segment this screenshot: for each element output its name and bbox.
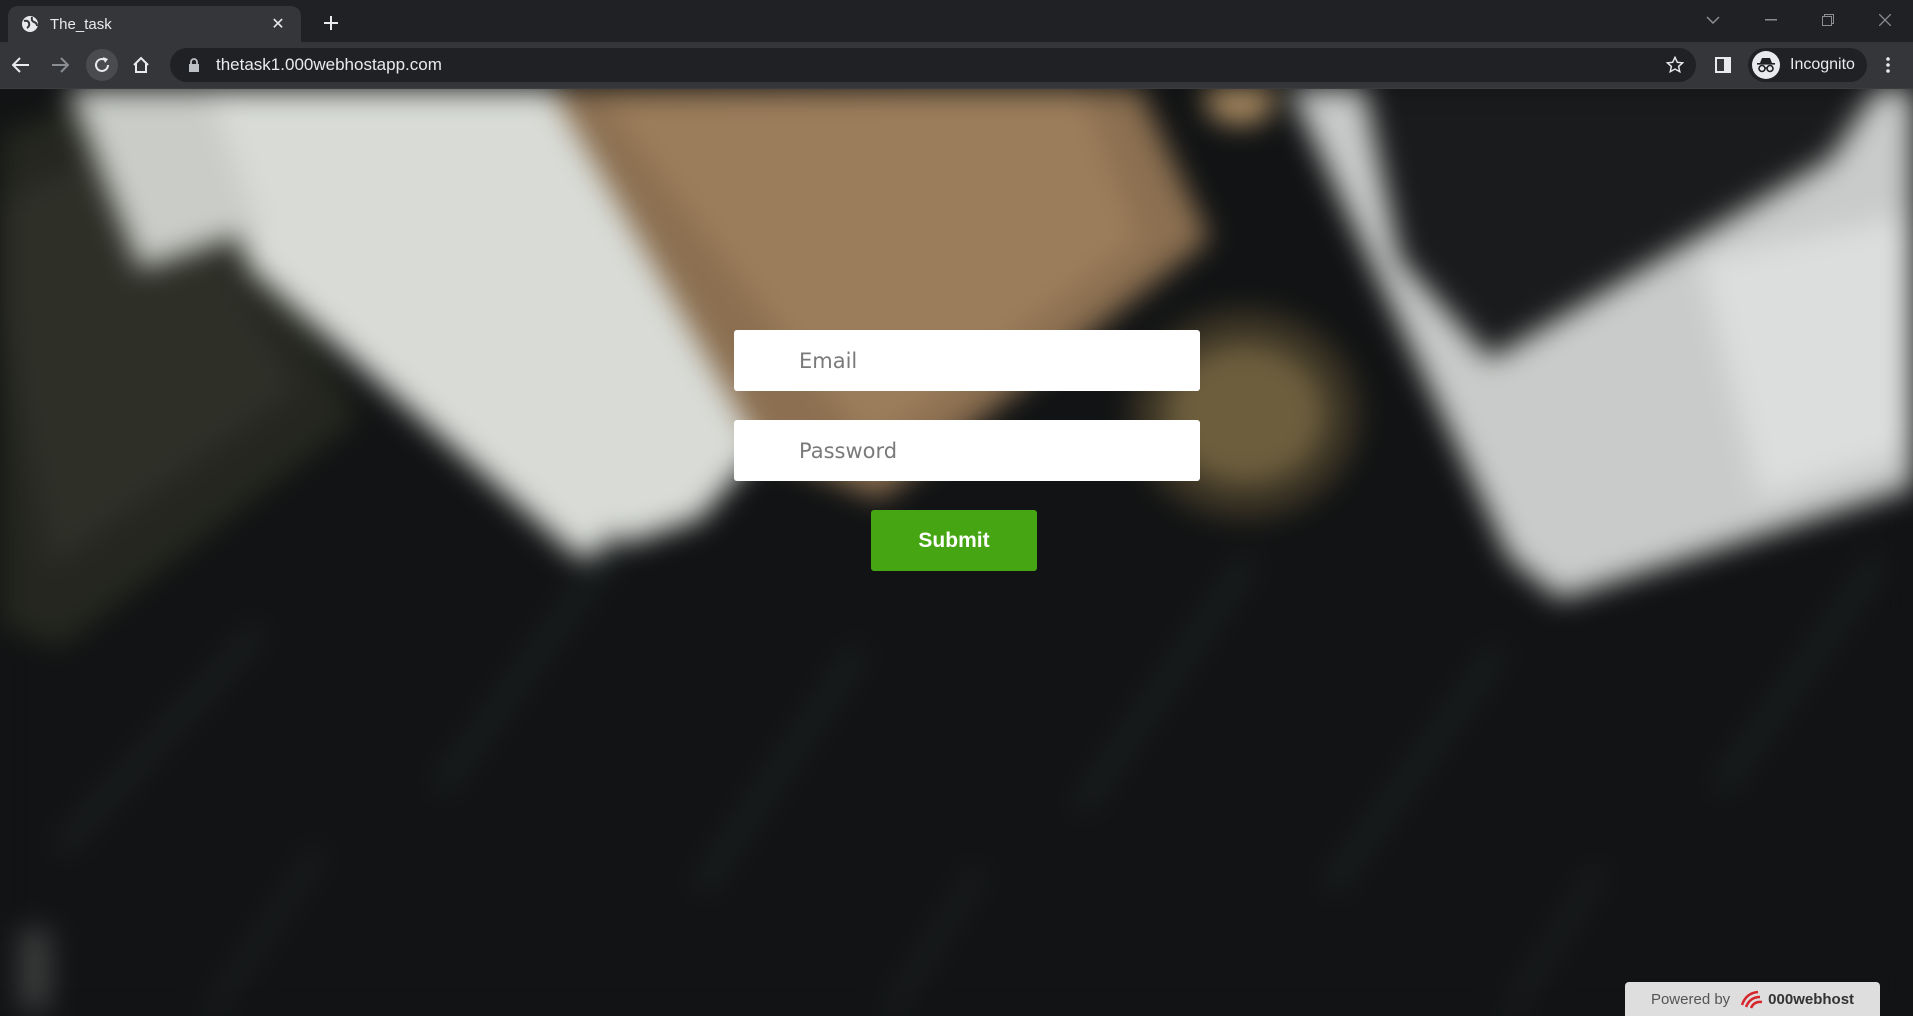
side-panel-icon[interactable] xyxy=(1707,49,1739,81)
restore-icon[interactable] xyxy=(1802,0,1854,40)
powered-by-badge[interactable]: Powered by 000webhost xyxy=(1625,982,1880,1016)
address-bar[interactable]: thetask1.000webhostapp.com xyxy=(170,48,1696,82)
chevron-down-icon[interactable] xyxy=(1687,0,1739,40)
home-icon[interactable] xyxy=(125,49,157,81)
reload-icon[interactable] xyxy=(86,49,118,81)
star-icon[interactable] xyxy=(1660,50,1690,80)
minimize-icon[interactable] xyxy=(1745,0,1797,40)
back-icon[interactable] xyxy=(5,49,37,81)
profile-label: Incognito xyxy=(1790,56,1855,73)
url-text[interactable]: thetask1.000webhostapp.com xyxy=(216,55,1660,75)
brand-name: 000webhost xyxy=(1768,990,1855,1008)
plus-icon[interactable] xyxy=(316,8,346,38)
forward-icon[interactable] xyxy=(44,49,76,81)
browser-tab[interactable]: The_task ✕ xyxy=(8,6,301,42)
powered-by-text: Powered by xyxy=(1650,990,1731,1008)
password-input[interactable] xyxy=(734,420,1200,481)
lock-icon[interactable] xyxy=(186,57,202,73)
window-close-icon[interactable] xyxy=(1859,0,1911,40)
email-input[interactable] xyxy=(734,330,1200,391)
browser-toolbar: thetask1.000webhostapp.com Incognito xyxy=(0,42,1913,89)
page-viewport: Submit Powered by 000webhost xyxy=(0,89,1913,1016)
submit-button[interactable]: Submit xyxy=(871,510,1037,571)
incognito-profile-button[interactable]: Incognito xyxy=(1748,48,1867,82)
tab-strip: The_task ✕ xyxy=(0,0,1913,42)
globe-icon xyxy=(20,14,40,34)
tab-title: The_task xyxy=(50,15,112,33)
close-icon[interactable]: ✕ xyxy=(265,11,291,37)
incognito-icon xyxy=(1752,51,1780,79)
menu-icon[interactable] xyxy=(1872,49,1904,81)
webhost-logo-icon xyxy=(1740,988,1764,1010)
